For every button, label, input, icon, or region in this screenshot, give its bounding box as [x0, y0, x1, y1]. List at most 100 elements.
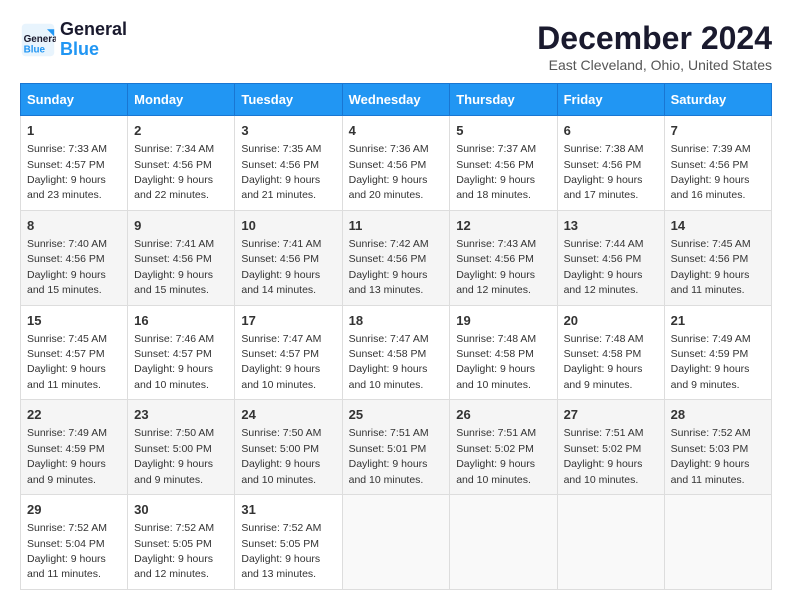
day-daylight: Daylight: 9 hours and 20 minutes. — [349, 174, 428, 201]
page-header: General Blue General Blue December 2024 … — [20, 20, 772, 73]
calendar-header-row: SundayMondayTuesdayWednesdayThursdayFrid… — [21, 84, 772, 116]
day-daylight: Daylight: 9 hours and 9 minutes. — [27, 458, 106, 485]
day-sunrise: Sunrise: 7:40 AM — [27, 238, 107, 250]
day-number: 23 — [134, 406, 228, 424]
calendar-day-cell: 28Sunrise: 7:52 AMSunset: 5:03 PMDayligh… — [664, 400, 771, 495]
logo-icon: General Blue — [20, 22, 56, 58]
page-subtitle: East Cleveland, Ohio, United States — [537, 57, 772, 73]
day-number: 18 — [349, 312, 444, 330]
calendar-day-cell: 7Sunrise: 7:39 AMSunset: 4:56 PMDaylight… — [664, 116, 771, 211]
calendar-day-cell: 25 Sunrise: 7:51 AM Sunset: 5:01 PM Dayligh… — [342, 400, 450, 495]
day-daylight: Daylight: 9 hours and 11 minutes. — [671, 269, 750, 296]
svg-text:General: General — [24, 34, 56, 45]
calendar-day-cell: 24Sunrise: 7:50 AMSunset: 5:00 PMDayligh… — [235, 400, 342, 495]
day-daylight: Daylight: 9 hours and 10 minutes. — [241, 458, 320, 485]
calendar-day-cell — [450, 495, 557, 590]
day-sunrise: Sunrise: 7:49 AM — [671, 333, 751, 345]
calendar-day-cell: 11Sunrise: 7:42 AMSunset: 4:56 PMDayligh… — [342, 210, 450, 305]
day-number: 25 — [349, 406, 444, 424]
day-sunset: Sunset: 4:57 PM — [134, 348, 212, 360]
calendar-day-cell: 10Sunrise: 7:41 AMSunset: 4:56 PMDayligh… — [235, 210, 342, 305]
day-daylight: Daylight: 9 hours and 10 minutes. — [241, 363, 320, 390]
calendar-day-cell: 3Sunrise: 7:35 AMSunset: 4:56 PMDaylight… — [235, 116, 342, 211]
day-sunset: Sunset: 4:56 PM — [671, 253, 749, 265]
day-daylight: Daylight: 9 hours and 23 minutes. — [27, 174, 106, 201]
day-daylight: Daylight: 9 hours and 15 minutes. — [27, 269, 106, 296]
calendar-week-row: 1Sunrise: 7:33 AMSunset: 4:57 PMDaylight… — [21, 116, 772, 211]
day-sunset: Sunset: 5:05 PM — [241, 538, 319, 550]
day-daylight: Daylight: 9 hours and 10 minutes. — [456, 458, 535, 485]
day-number: 2 — [134, 122, 228, 140]
day-daylight: Daylight: 9 hours and 15 minutes. — [134, 269, 213, 296]
day-daylight: Daylight: 9 hours and 10 minutes. — [349, 458, 428, 485]
day-daylight: Daylight: 9 hours and 13 minutes. — [349, 269, 428, 296]
day-sunrise: Sunrise: 7:41 AM — [241, 238, 321, 250]
day-sunset: Sunset: 5:04 PM — [27, 538, 105, 550]
day-number: 15 — [27, 312, 121, 330]
calendar-day-header: Monday — [128, 84, 235, 116]
day-sunrise: Sunrise: 7:35 AM — [241, 143, 321, 155]
calendar-day-header: Saturday — [664, 84, 771, 116]
day-daylight: Daylight: 9 hours and 10 minutes. — [134, 363, 213, 390]
day-sunset: Sunset: 4:56 PM — [134, 159, 212, 171]
day-number: 13 — [564, 217, 658, 235]
day-sunset: Sunset: 5:01 PM — [349, 443, 427, 455]
calendar-day-cell: 23Sunrise: 7:50 AMSunset: 5:00 PMDayligh… — [128, 400, 235, 495]
day-daylight: Daylight: 9 hours and 17 minutes. — [564, 174, 643, 201]
day-sunrise: Sunrise: 7:38 AM — [564, 143, 644, 155]
day-sunset: Sunset: 5:02 PM — [456, 443, 534, 455]
calendar-day-cell: 18Sunrise: 7:47 AMSunset: 4:58 PMDayligh… — [342, 305, 450, 400]
calendar-week-row: 22Sunrise: 7:49 AMSunset: 4:59 PMDayligh… — [21, 400, 772, 495]
day-daylight: Daylight: 9 hours and 22 minutes. — [134, 174, 213, 201]
calendar-day-cell: 8Sunrise: 7:40 AMSunset: 4:56 PMDaylight… — [21, 210, 128, 305]
calendar-day-cell: 30Sunrise: 7:52 AMSunset: 5:05 PMDayligh… — [128, 495, 235, 590]
calendar-week-row: 8Sunrise: 7:40 AMSunset: 4:56 PMDaylight… — [21, 210, 772, 305]
day-sunset: Sunset: 4:56 PM — [671, 159, 749, 171]
day-sunset: Sunset: 4:56 PM — [349, 253, 427, 265]
day-sunset: Sunset: 5:00 PM — [134, 443, 212, 455]
day-daylight: Daylight: 9 hours and 9 minutes. — [564, 363, 643, 390]
day-number: 14 — [671, 217, 765, 235]
calendar-day-cell: 15Sunrise: 7:45 AMSunset: 4:57 PMDayligh… — [21, 305, 128, 400]
day-daylight: Daylight: 9 hours and 12 minutes. — [134, 553, 213, 580]
calendar-day-cell: 22Sunrise: 7:49 AMSunset: 4:59 PMDayligh… — [21, 400, 128, 495]
day-sunset: Sunset: 4:56 PM — [564, 159, 642, 171]
day-sunrise: Sunrise: 7:50 AM — [134, 427, 214, 439]
day-number: 31 — [241, 501, 335, 519]
calendar-day-header: Thursday — [450, 84, 557, 116]
day-sunrise: Sunrise: 7:51 AM — [349, 427, 429, 439]
day-sunset: Sunset: 4:57 PM — [27, 159, 105, 171]
day-number: 12 — [456, 217, 550, 235]
calendar-day-cell: 29Sunrise: 7:52 AMSunset: 5:04 PMDayligh… — [21, 495, 128, 590]
day-sunrise: Sunrise: 7:52 AM — [134, 522, 214, 534]
day-sunset: Sunset: 4:59 PM — [27, 443, 105, 455]
day-sunrise: Sunrise: 7:51 AM — [564, 427, 644, 439]
calendar-day-cell: 26Sunrise: 7:51 AMSunset: 5:02 PMDayligh… — [450, 400, 557, 495]
calendar-day-cell: 4Sunrise: 7:36 AMSunset: 4:56 PMDaylight… — [342, 116, 450, 211]
day-sunrise: Sunrise: 7:52 AM — [241, 522, 321, 534]
day-sunset: Sunset: 4:59 PM — [671, 348, 749, 360]
calendar-day-cell — [664, 495, 771, 590]
logo-blue-text: Blue — [60, 39, 99, 59]
day-number: 30 — [134, 501, 228, 519]
day-sunset: Sunset: 4:56 PM — [134, 253, 212, 265]
day-number: 26 — [456, 406, 550, 424]
day-sunset: Sunset: 4:58 PM — [349, 348, 427, 360]
day-sunrise: Sunrise: 7:50 AM — [241, 427, 321, 439]
day-number: 29 — [27, 501, 121, 519]
calendar-day-cell: 1Sunrise: 7:33 AMSunset: 4:57 PMDaylight… — [21, 116, 128, 211]
calendar-day-header: Tuesday — [235, 84, 342, 116]
calendar-day-cell: 2 Sunrise: 7:34 AM Sunset: 4:56 PM Daylight… — [128, 116, 235, 211]
day-number: 20 — [564, 312, 658, 330]
calendar-table: SundayMondayTuesdayWednesdayThursdayFrid… — [20, 83, 772, 590]
day-sunset: Sunset: 4:56 PM — [456, 159, 534, 171]
day-daylight: Daylight: 9 hours and 13 minutes. — [241, 553, 320, 580]
day-sunrise: Sunrise: 7:36 AM — [349, 143, 429, 155]
calendar-day-cell: 5Sunrise: 7:37 AMSunset: 4:56 PMDaylight… — [450, 116, 557, 211]
calendar-day-cell — [342, 495, 450, 590]
day-daylight: Daylight: 9 hours and 16 minutes. — [671, 174, 750, 201]
day-sunrise: Sunrise: 7:37 AM — [456, 143, 536, 155]
day-sunrise: Sunrise: 7:52 AM — [671, 427, 751, 439]
day-sunrise: Sunrise: 7:34 AM — [134, 143, 214, 155]
calendar-day-cell: 9Sunrise: 7:41 AMSunset: 4:56 PMDaylight… — [128, 210, 235, 305]
